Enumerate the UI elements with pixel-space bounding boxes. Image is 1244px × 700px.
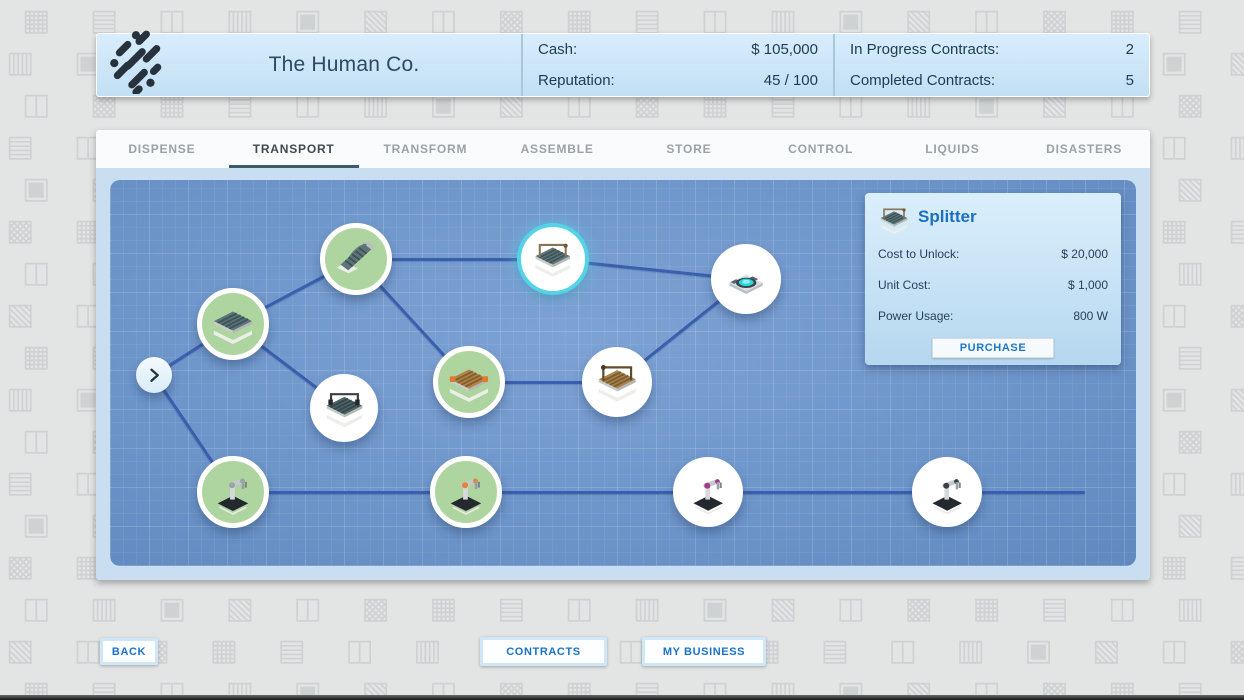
tech-tree-root[interactable] — [136, 357, 172, 393]
robot-arm-icon — [678, 462, 738, 522]
tech-node-ramp-conveyor[interactable] — [320, 223, 392, 295]
roller-conveyor-icon — [438, 351, 500, 413]
purchase-button[interactable]: PURCHASE — [932, 338, 1054, 358]
company-header: The Human Co. Cash: $ 105,000 Reputation: 4… — [96, 30, 1150, 97]
crank-conveyor-icon — [587, 352, 647, 412]
tech-node-belt-conveyor[interactable] — [197, 288, 269, 360]
robot-arm-icon — [202, 461, 264, 523]
tab-liquids[interactable]: LIQUIDS — [887, 130, 1019, 168]
tech-edge — [466, 490, 708, 494]
tab-dispense[interactable]: DISPENSE — [96, 130, 228, 168]
turntable-icon — [716, 249, 776, 309]
stat-value: 2 — [1125, 41, 1134, 58]
chevron-right-icon — [136, 357, 172, 393]
detail-value: $ 20,000 — [1061, 247, 1108, 261]
company-logo-icon — [105, 28, 167, 98]
category-tabs: DISPENSE TRANSPORT TRANSFORM ASSEMBLE STORE C… — [96, 130, 1150, 168]
detail-label: Unit Cost: — [878, 278, 931, 292]
detail-row: Cost to Unlock: $ 20,000 — [878, 247, 1108, 261]
tab-control[interactable]: CONTROL — [755, 130, 887, 168]
robot-arm-icon — [435, 461, 497, 523]
tab-disasters[interactable]: DISASTERS — [1018, 130, 1150, 168]
back-button[interactable]: BACK — [100, 638, 158, 665]
splitter-machine-icon — [878, 204, 910, 234]
detail-row: Unit Cost: $ 1,000 — [878, 278, 1108, 292]
header-stat-row: Cash: $ 105,000 — [523, 34, 833, 65]
header-stat-row: Reputation: 45 / 100 — [523, 65, 833, 96]
tech-node-splitter[interactable] — [521, 227, 585, 291]
header-stat-row: In Progress Contracts: 2 — [835, 34, 1149, 65]
detail-row: Power Usage: 800 W — [878, 309, 1108, 323]
header-stat-row: Completed Contracts: 5 — [835, 65, 1149, 96]
clamp-conveyor-icon — [315, 379, 373, 437]
ramp-conveyor-icon — [325, 228, 387, 290]
stat-label: Completed Contracts: — [850, 72, 996, 89]
stat-label: Cash: — [538, 41, 578, 58]
detail-value: 800 W — [1073, 309, 1108, 323]
tech-node-robot-arm-3[interactable] — [673, 457, 743, 527]
tab-store[interactable]: STORE — [623, 130, 755, 168]
detail-header: Splitter — [878, 204, 1108, 234]
belt-conveyor-icon — [202, 293, 264, 355]
contracts-button[interactable]: CONTRACTS — [480, 637, 607, 666]
detail-label: Power Usage: — [878, 309, 954, 323]
company-name: The Human Co. — [268, 53, 420, 76]
company-header-left: The Human Co. — [97, 30, 521, 96]
tech-node-turntable[interactable] — [711, 244, 781, 314]
header-cash-reputation: Cash: $ 105,000 Reputation: 45 / 100 — [521, 34, 833, 96]
tech-node-crank-conveyor[interactable] — [582, 347, 652, 417]
tech-node-roller-conveyor[interactable] — [433, 346, 505, 418]
background-pattern-row: ◫ ▥ ▣ ▧ ◫ ▩ ▦ ▤ ◫ ▥ ▣ ▧ ◫ ▩ ▦ ▤ ◫ ▥ ▣ ▧ … — [22, 591, 1244, 626]
header-contracts: In Progress Contracts: 2 Completed Contrac… — [833, 34, 1149, 96]
machine-catalog-panel: DISPENSE TRANSPORT TRANSFORM ASSEMBLE STORE C… — [96, 130, 1150, 580]
stat-value: $ 105,000 — [751, 41, 818, 58]
detail-value: $ 1,000 — [1067, 278, 1108, 292]
stat-value: 45 / 100 — [763, 72, 818, 89]
stat-label: In Progress Contracts: — [850, 41, 1000, 58]
tech-node-clamp-conveyor[interactable] — [310, 374, 378, 442]
stat-value: 5 — [1125, 72, 1134, 89]
tech-node-robot-arm-1[interactable] — [197, 456, 269, 528]
machine-title: Splitter — [918, 207, 977, 226]
tab-transport[interactable]: TRANSPORT — [228, 130, 360, 168]
tech-tree-canvas: Splitter Cost to Unlock: $ 20,000 Unit Cos… — [110, 180, 1136, 566]
tab-transform[interactable]: TRANSFORM — [360, 130, 492, 168]
splitter-machine-icon — [525, 231, 581, 287]
tab-assemble[interactable]: ASSEMBLE — [491, 130, 623, 168]
stat-label: Reputation: — [538, 72, 615, 89]
tech-node-robot-arm-2[interactable] — [430, 456, 502, 528]
game-screen: ▦ ▤ ◫ ▥ ▣ ▧ ◫ ▩ ▦ ▤ ◫ ▥ ▣ ▧ ◫ ▩ ▦ ▤ ◫ ▥ … — [0, 0, 1244, 700]
my-business-button[interactable]: MY BUSINESS — [642, 637, 766, 666]
robot-arm-icon — [917, 462, 977, 522]
machine-detail-panel: Splitter Cost to Unlock: $ 20,000 Unit Cos… — [865, 193, 1121, 365]
tech-node-robot-arm-4[interactable] — [912, 457, 982, 527]
screen-bottom-edge — [0, 695, 1244, 700]
background-pattern-row: ▧ ◫ ▩ ▦ ▤ ◫ ▥ ▣ ▧ ◫ ▩ ▦ ▤ ◫ ▥ ▣ ▧ ◫ ▩ ▦ … — [6, 633, 1244, 668]
detail-label: Cost to Unlock: — [878, 247, 960, 261]
